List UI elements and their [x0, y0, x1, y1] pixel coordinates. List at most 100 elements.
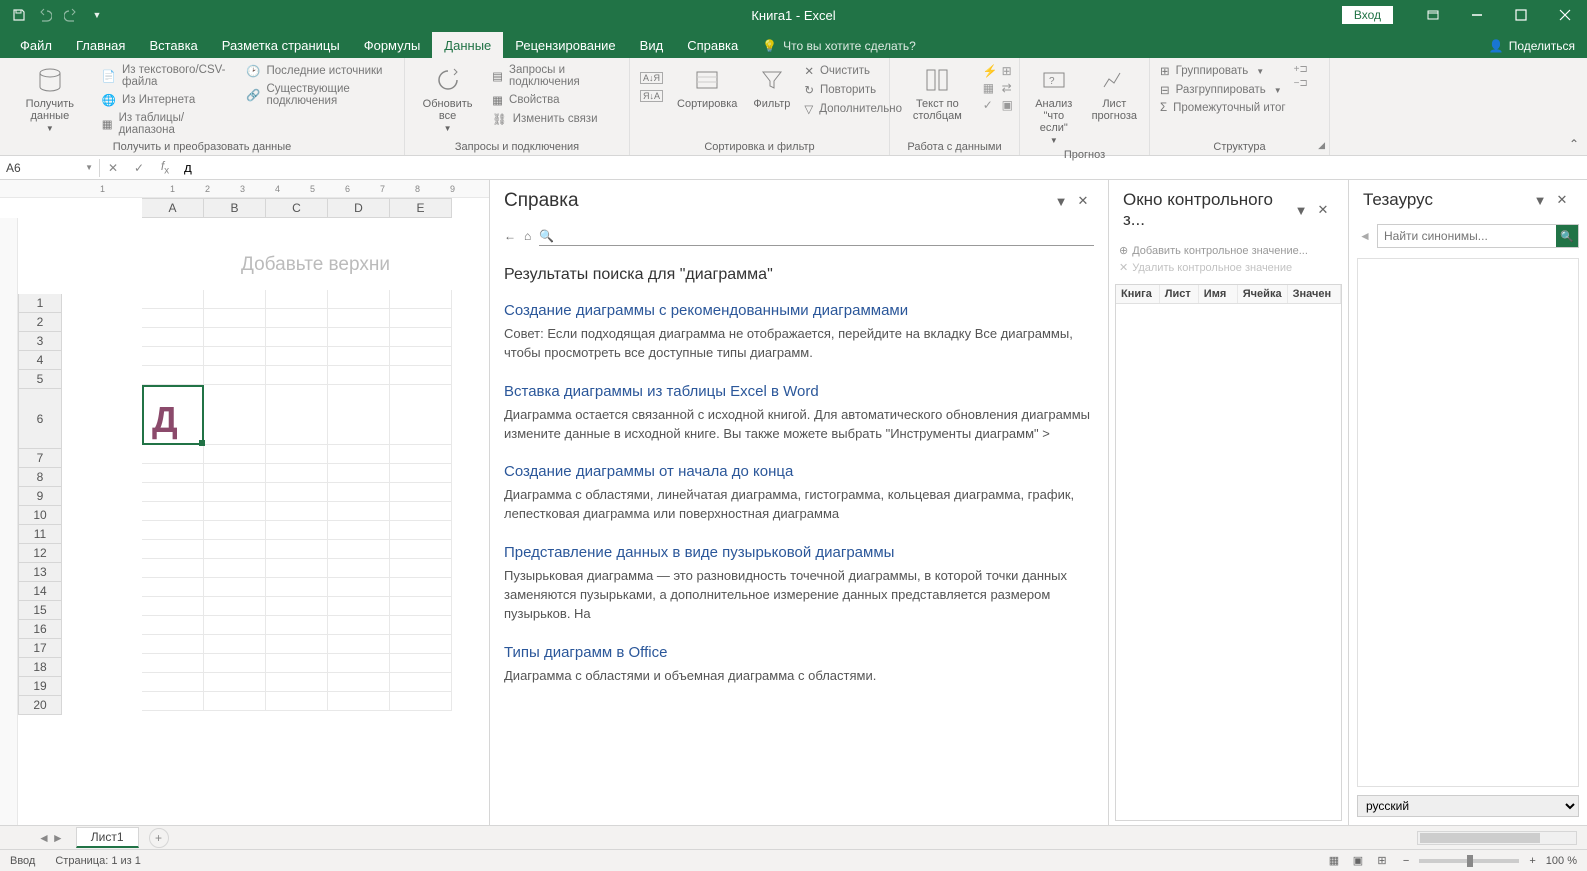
cell[interactable]	[142, 521, 204, 540]
maximize-icon[interactable]	[1499, 0, 1543, 30]
login-button[interactable]: Вход	[1342, 6, 1393, 24]
cell[interactable]	[390, 635, 452, 654]
column-header[interactable]: E	[390, 198, 452, 218]
recent-sources-button[interactable]: 🕑Последние источники	[242, 62, 398, 80]
subtotal-button[interactable]: ΣПромежуточный итог	[1156, 100, 1290, 116]
what-if-button[interactable]: ? Анализ "что если"▼	[1026, 62, 1082, 147]
cell[interactable]	[142, 692, 204, 711]
cell[interactable]	[142, 309, 204, 328]
normal-view-icon[interactable]: ▦	[1323, 852, 1345, 870]
cell[interactable]	[390, 616, 452, 635]
cell[interactable]	[266, 385, 328, 445]
cell[interactable]	[204, 445, 266, 464]
row-header[interactable]: 6	[18, 389, 62, 449]
watch-column-header[interactable]: Лист	[1160, 285, 1199, 303]
zoom-level[interactable]: 100 %	[1546, 855, 1577, 867]
sort-button[interactable]: Сортировка	[671, 62, 743, 112]
cell[interactable]	[204, 347, 266, 366]
cell[interactable]	[204, 635, 266, 654]
cell[interactable]	[142, 445, 204, 464]
help-home-icon[interactable]: ⌂	[524, 229, 531, 243]
row-header[interactable]: 10	[18, 506, 62, 525]
formula-input[interactable]	[178, 158, 1587, 177]
column-headers[interactable]: ABCDE	[142, 198, 452, 218]
row-header[interactable]: 14	[18, 582, 62, 601]
from-csv-button[interactable]: 📄Из текстового/CSV-файла	[98, 62, 238, 90]
sheet-nav[interactable]: ◄►	[30, 831, 72, 845]
thesaurus-back-icon[interactable]: ◄	[1357, 229, 1373, 243]
cell[interactable]	[266, 692, 328, 711]
horizontal-scrollbar[interactable]	[1417, 831, 1577, 845]
tab-insert[interactable]: Вставка	[137, 32, 209, 58]
help-back-icon[interactable]: ←	[504, 229, 516, 243]
zoom-out-icon[interactable]: −	[1403, 855, 1409, 867]
cell[interactable]	[266, 578, 328, 597]
thesaurus-search-button[interactable]: 🔍	[1556, 225, 1578, 247]
show-detail-icon[interactable]: +⊐	[1294, 64, 1308, 75]
get-data-button[interactable]: Получить данные▼	[6, 62, 94, 135]
help-result-link[interactable]: Вставка диаграммы из таблицы Excel в Wor…	[504, 383, 1094, 400]
cell[interactable]	[266, 483, 328, 502]
thesaurus-pane-options-icon[interactable]: ▼	[1529, 193, 1551, 208]
qat-dropdown-icon[interactable]: ▼	[86, 4, 108, 26]
row-header[interactable]: 13	[18, 563, 62, 582]
cell[interactable]	[328, 521, 390, 540]
row-header[interactable]: 20	[18, 696, 62, 715]
cell[interactable]	[266, 616, 328, 635]
help-pane-options-icon[interactable]: ▼	[1050, 194, 1072, 209]
zoom-in-icon[interactable]: +	[1529, 855, 1535, 867]
cell[interactable]: Д	[142, 385, 204, 445]
cancel-formula-icon[interactable]: ✕	[100, 161, 126, 175]
help-pane-close-icon[interactable]: ✕	[1072, 193, 1094, 209]
column-header[interactable]: A	[142, 198, 204, 218]
cell[interactable]	[204, 559, 266, 578]
help-result-link[interactable]: Создание диаграммы с рекомендованными ди…	[504, 302, 1094, 319]
cell[interactable]	[328, 597, 390, 616]
cell[interactable]	[328, 328, 390, 347]
help-search[interactable]: 🔍	[539, 226, 1094, 246]
row-header[interactable]: 18	[18, 658, 62, 677]
cell[interactable]	[328, 464, 390, 483]
row-header[interactable]: 8	[18, 468, 62, 487]
cell[interactable]	[142, 502, 204, 521]
cell[interactable]	[328, 502, 390, 521]
cell[interactable]	[266, 309, 328, 328]
tab-page-layout[interactable]: Разметка страницы	[210, 32, 352, 58]
cell[interactable]	[328, 347, 390, 366]
cell[interactable]	[204, 521, 266, 540]
cell[interactable]	[328, 635, 390, 654]
sheet-tab-1[interactable]: Лист1	[76, 827, 139, 848]
cell[interactable]	[390, 673, 452, 692]
cell[interactable]	[204, 309, 266, 328]
minimize-icon[interactable]	[1455, 0, 1499, 30]
cell[interactable]	[266, 654, 328, 673]
cell[interactable]	[266, 328, 328, 347]
help-result-link[interactable]: Представление данных в виде пузырьковой …	[504, 544, 1094, 561]
cell[interactable]	[142, 673, 204, 692]
cell[interactable]	[142, 578, 204, 597]
row-header[interactable]: 12	[18, 544, 62, 563]
collapse-ribbon-icon[interactable]: ⌃	[1569, 137, 1579, 151]
page-break-view-icon[interactable]: ⊞	[1371, 852, 1393, 870]
thesaurus-pane-close-icon[interactable]: ✕	[1551, 192, 1573, 208]
cell[interactable]	[266, 445, 328, 464]
cell[interactable]	[266, 366, 328, 385]
remove-dup-icon[interactable]: ▦	[983, 81, 998, 95]
cell[interactable]	[390, 502, 452, 521]
sheet-next-icon[interactable]: ►	[52, 831, 64, 845]
row-headers[interactable]: 1234567891011121314151617181920	[18, 294, 62, 825]
cell[interactable]	[328, 385, 390, 445]
page-header-hint[interactable]: Добавьте верхни	[142, 218, 489, 290]
help-result-link[interactable]: Создание диаграммы от начала до конца	[504, 463, 1094, 480]
thesaurus-language[interactable]: русский	[1357, 795, 1579, 817]
consolidate-icon[interactable]: ⊞	[1002, 64, 1013, 78]
cell[interactable]	[328, 290, 390, 309]
watch-column-header[interactable]: Ячейка	[1238, 285, 1288, 303]
cell[interactable]	[266, 521, 328, 540]
cell[interactable]	[142, 328, 204, 347]
cell[interactable]	[142, 464, 204, 483]
cell[interactable]	[204, 654, 266, 673]
cell[interactable]	[204, 673, 266, 692]
save-icon[interactable]	[8, 4, 30, 26]
from-table-button[interactable]: ▦Из таблицы/диапазона	[98, 110, 238, 138]
